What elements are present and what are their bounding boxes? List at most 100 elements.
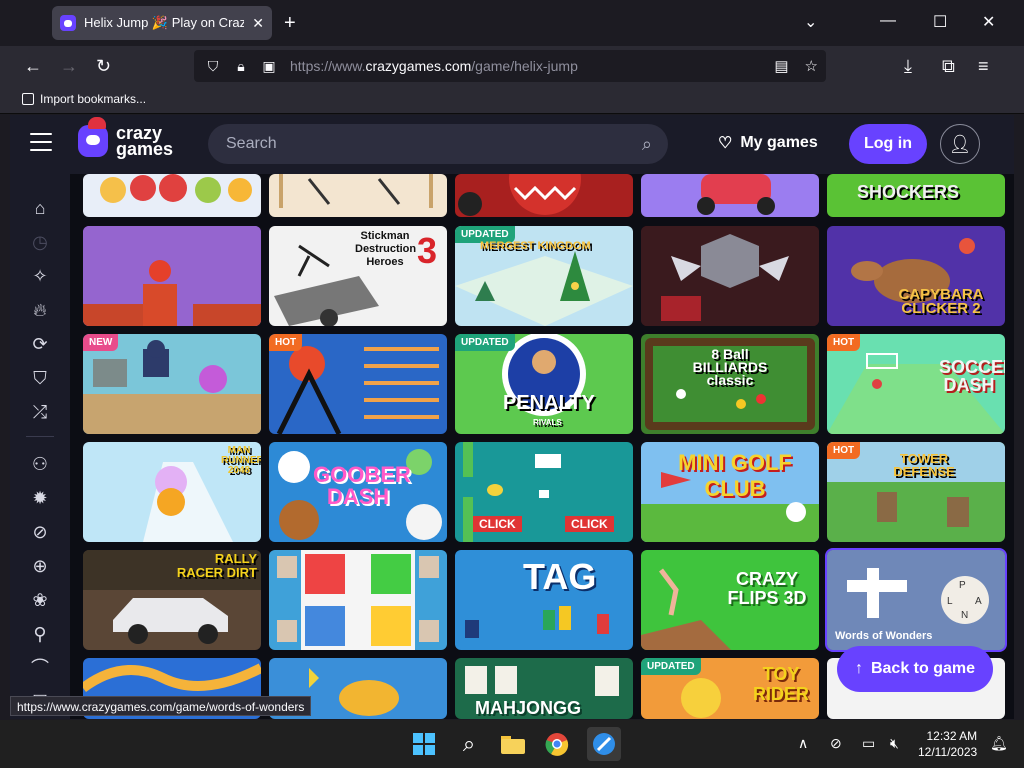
back-arrow-icon[interactable]: ← <box>24 55 42 77</box>
logo-text-bottom: games <box>116 139 174 159</box>
game-tile[interactable]: HOT TOWER DEFENSE <box>827 442 1005 542</box>
originals-icon[interactable]: ⛉ <box>28 366 52 390</box>
game-tile[interactable]: MINI GOLF CLUB <box>641 442 819 542</box>
game-tile[interactable]: MAHJONGG <box>455 658 633 719</box>
trending-flame-icon[interactable]: 🔥︎ <box>28 298 52 322</box>
recent-clock-icon[interactable]: ◷ <box>28 230 52 254</box>
import-bookmarks-label: Import bookmarks... <box>40 92 147 106</box>
game-tile[interactable] <box>269 550 447 650</box>
tile-title: 8 Ball BILLIARDS classic <box>692 346 768 388</box>
game-tile[interactable]: GOOBER DASH <box>269 442 447 542</box>
game-tile[interactable] <box>455 174 633 217</box>
game-tile[interactable]: CRAZY FLIPS 3D <box>641 550 819 650</box>
tile-title: MAN RUNNER 2048 <box>221 445 261 476</box>
reader-view-icon[interactable]: ▤ <box>774 57 788 75</box>
minimize-icon[interactable]: — <box>880 12 896 30</box>
arrow-up-icon: ↑ <box>854 660 863 677</box>
game-tile[interactable]: TAG <box>455 550 633 650</box>
notifications-bell-icon[interactable]: 🔔︎ <box>990 735 1008 752</box>
window-close-icon[interactable]: ✕ <box>982 12 995 32</box>
web-page: crazy games Search ⌕ ♡ My games Log in 👤… <box>10 115 1014 719</box>
game-tile[interactable] <box>641 226 819 326</box>
sidebar-toggle-icon[interactable] <box>30 133 52 153</box>
user-profile-icon[interactable]: 👤︎ <box>940 124 980 164</box>
ludo-art <box>277 550 439 650</box>
game-tile[interactable]: UPDATED MERGEST KINGDOM <box>455 226 633 326</box>
reload-icon[interactable]: ↻ <box>96 55 111 77</box>
game-tile[interactable]: UPDATED PENALTY RIVALS <box>455 334 633 434</box>
navigation-toolbar: ← → ↻ ⛉ 🔒︎ ▣ https://www.crazygames.com/… <box>0 46 1024 86</box>
two-player-icon[interactable]: ⚇ <box>28 452 52 476</box>
crazygames-logo[interactable]: crazy games <box>78 117 174 159</box>
file-explorer-icon[interactable] <box>499 730 527 758</box>
search-icon[interactable]: ⌕ <box>455 730 483 758</box>
new-tab-icon[interactable]: + <box>284 12 296 34</box>
game-tile-hovered[interactable]: PL AN Words of Wonders <box>825 548 1007 652</box>
my-games-link[interactable]: ♡ My games <box>718 133 818 153</box>
game-tile[interactable]: RALLY RACER DIRT <box>83 550 261 650</box>
site-sidebar: ⌂ ◷ ✧ 🔥︎ ⟳ ⛉ ⤮ ⚇ ✹ ⊘ ⊕ ❀ ⚲ ⌒ ✉ <box>10 174 70 719</box>
back-to-game-button[interactable]: ↑ Back to game <box>837 646 993 692</box>
maximize-icon[interactable]: ☐ <box>933 12 947 32</box>
new-sparkle-icon[interactable]: ✧ <box>28 264 52 288</box>
downloads-icon[interactable]: ⤓ <box>904 55 912 77</box>
extensions-icon[interactable]: ⧉ <box>942 55 955 77</box>
game-tile[interactable]: CAPYBARA CLICKER 2 <box>827 226 1005 326</box>
volume-muted-icon[interactable]: 🔇︎ <box>890 735 899 752</box>
search-input[interactable]: Search ⌕ <box>208 124 668 164</box>
red-ball-art <box>83 226 261 326</box>
menu-icon[interactable]: ≡ <box>978 55 989 77</box>
tile-title: Stickman Destruction Heroes <box>355 230 417 268</box>
browser-app-icon[interactable] <box>587 727 621 761</box>
search-icon[interactable]: ⌕ <box>642 134 652 155</box>
browser-tab-active[interactable]: Helix Jump 🎉 Play on CrazyGames ✕ <box>52 6 272 40</box>
game-tile[interactable] <box>83 174 261 217</box>
basketball-icon[interactable]: ⊕ <box>28 554 52 578</box>
bike-icon[interactable]: ⚲ <box>28 622 52 646</box>
game-tile[interactable]: CLICK CLICK <box>455 442 633 542</box>
game-tile[interactable]: NEW <box>83 334 261 434</box>
random-shuffle-icon[interactable]: ⤮ <box>28 400 52 424</box>
game-tile[interactable]: MAN RUNNER 2048 <box>83 442 261 542</box>
game-tile[interactable] <box>269 174 447 217</box>
forward-arrow-icon[interactable]: → <box>60 55 78 77</box>
action-icon[interactable]: ✹ <box>28 486 52 510</box>
updated-refresh-icon[interactable]: ⟳ <box>28 332 52 356</box>
game-tile[interactable]: Stickman Destruction Heroes 3 <box>269 226 447 326</box>
bookmark-star-icon[interactable]: ☆ <box>805 57 818 75</box>
url-text[interactable]: https://www.crazygames.com/game/helix-ju… <box>290 58 578 74</box>
shield-icon[interactable]: ⛉ <box>204 58 222 75</box>
address-bar[interactable]: ⛉ 🔒︎ ▣ https://www.crazygames.com/game/h… <box>194 50 826 82</box>
lock-icon[interactable]: 🔒︎ <box>232 58 250 75</box>
monster-art <box>458 174 581 216</box>
adventure-compass-icon[interactable]: ⊘ <box>28 520 52 544</box>
game-tile[interactable] <box>83 226 261 326</box>
tile-title: RALLY RACER DIRT <box>176 551 257 580</box>
page-image-icon[interactable]: ▣ <box>260 58 278 75</box>
show-hidden-icons-chevron-icon[interactable]: ∧ <box>798 735 808 752</box>
chrome-icon[interactable] <box>543 730 571 758</box>
game-tile[interactable] <box>641 174 819 217</box>
display-icon[interactable]: ▭ <box>862 735 875 752</box>
windows-start-icon[interactable] <box>410 730 438 758</box>
knight-battle-art <box>641 226 819 326</box>
tile-number: 3 <box>417 230 438 271</box>
tab-close-icon[interactable]: ✕ <box>252 15 264 32</box>
home-icon[interactable]: ⌂ <box>28 196 52 220</box>
game-tile[interactable]: 8 Ball BILLIARDS classic <box>641 334 819 434</box>
login-button[interactable]: Log in <box>849 124 927 164</box>
network-disconnected-icon[interactable]: ⊘ <box>830 735 842 752</box>
back-to-game-label: Back to game <box>870 660 976 677</box>
list-tabs-chevron-icon[interactable]: ⌄ <box>804 12 817 32</box>
import-bookmarks-link[interactable]: Import bookmarks... <box>22 92 146 106</box>
car-icon[interactable]: ⌒ <box>28 656 52 680</box>
beauty-flower-icon[interactable]: ❀ <box>28 588 52 612</box>
crazygames-favicon-icon <box>60 15 76 31</box>
system-clock[interactable]: 12:32 AM 12/11/2023 <box>918 728 977 760</box>
game-tile[interactable]: SHOCKERS <box>827 174 1005 217</box>
tile-title: Words of Wonders <box>835 630 933 642</box>
clock-date: 12/11/2023 <box>918 745 978 759</box>
game-tile[interactable]: HOT SOCCER DASH <box>827 334 1005 434</box>
game-tile[interactable]: UPDATED TOY RIDER <box>641 658 819 719</box>
game-tile[interactable]: HOT <box>269 334 447 434</box>
